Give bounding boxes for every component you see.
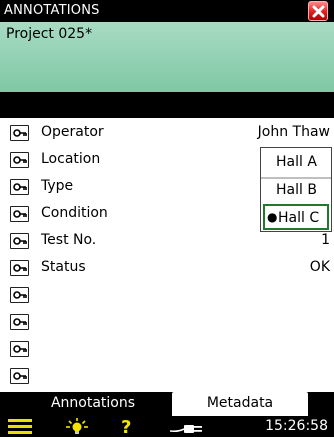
window-title: ANNOTATIONS — [4, 3, 100, 18]
annotation-row-empty[interactable] — [0, 336, 334, 363]
separator-band — [0, 92, 334, 118]
edit-key-icon[interactable] — [10, 260, 29, 276]
edit-key-icon[interactable] — [10, 287, 29, 303]
edit-key-icon[interactable] — [10, 206, 29, 222]
selected-bullet-icon: ● — [267, 210, 278, 224]
dropdown-option-hall-a[interactable]: Hall A — [263, 150, 329, 176]
location-dropdown: Hall A Hall B ● Hall C — [260, 147, 332, 232]
option-label: Hall B — [276, 182, 317, 198]
edit-key-icon[interactable] — [10, 152, 29, 168]
edit-key-icon[interactable] — [10, 125, 29, 141]
option-label: Hall C — [278, 210, 320, 226]
status-bar: ? 15:26:58 — [0, 416, 334, 437]
annotation-label: Test No. — [41, 232, 97, 248]
annotation-row-test-no[interactable]: Test No. 1 — [0, 228, 334, 255]
close-icon — [312, 5, 325, 18]
project-name: Project 025* — [6, 26, 93, 42]
annotation-value: 1 — [321, 232, 330, 248]
annotation-label: Status — [41, 259, 86, 275]
tab-annotations[interactable]: Annotations — [18, 392, 168, 416]
svg-text:?: ? — [121, 417, 131, 436]
clock: 15:26:58 — [265, 418, 328, 434]
title-bar: ANNOTATIONS — [0, 0, 334, 22]
dropdown-option-hall-b[interactable]: Hall B — [263, 178, 329, 204]
edit-key-icon[interactable] — [10, 341, 29, 357]
close-button[interactable] — [308, 1, 328, 21]
tab-label: Annotations — [50, 395, 136, 411]
menu-icon[interactable] — [8, 418, 32, 437]
edit-key-icon[interactable] — [10, 314, 29, 330]
edit-key-icon[interactable] — [10, 368, 29, 384]
backlight-icon[interactable] — [64, 418, 90, 437]
annotation-row-empty[interactable] — [0, 309, 334, 336]
help-icon[interactable]: ? — [120, 416, 134, 437]
annotation-row-operator[interactable]: Operator John Thaw — [0, 120, 334, 147]
edit-key-icon[interactable] — [10, 179, 29, 195]
annotation-row-empty[interactable] — [0, 282, 334, 309]
annotation-row-empty[interactable] — [0, 363, 334, 390]
tab-metadata[interactable]: Metadata — [172, 392, 308, 416]
annotation-value: OK — [309, 259, 330, 275]
tab-label: Metadata — [206, 395, 274, 411]
power-plug-icon — [169, 420, 204, 437]
dropdown-option-hall-c[interactable]: ● Hall C — [263, 204, 329, 230]
tab-bar: Annotations Metadata — [0, 392, 334, 416]
annotation-row-status[interactable]: Status OK — [0, 255, 334, 282]
edit-key-icon[interactable] — [10, 233, 29, 249]
annotation-label: Type — [41, 178, 74, 194]
project-header[interactable]: Project 025* — [0, 22, 334, 92]
annotation-label: Condition — [41, 205, 108, 221]
annotation-value: John Thaw — [257, 124, 330, 140]
option-label: Hall A — [276, 154, 317, 170]
annotation-label: Operator — [41, 124, 104, 140]
annotation-label: Location — [41, 151, 101, 167]
